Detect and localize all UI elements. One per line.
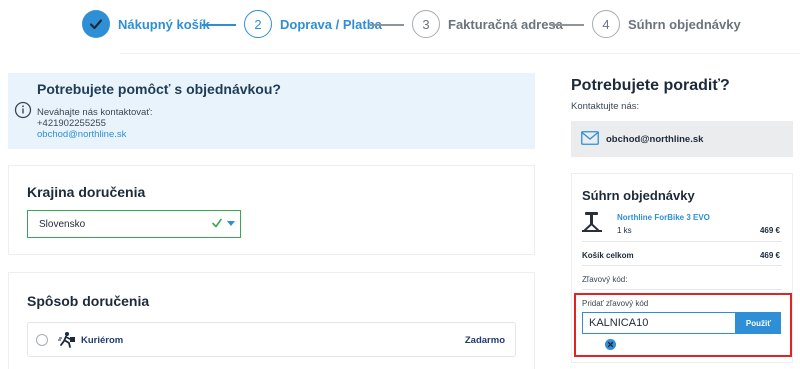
advise-title: Potrebujete poradiť? bbox=[571, 77, 730, 94]
step-shipping-circle: 2 bbox=[244, 10, 272, 38]
courier-icon bbox=[58, 332, 75, 348]
step-cart[interactable]: Nákupný košík bbox=[82, 10, 210, 38]
help-banner: Potrebujete pomôcť s objednávkou? Neváha… bbox=[8, 73, 535, 149]
step-summary-label: Súhrn objednávky bbox=[628, 16, 741, 32]
divider bbox=[582, 265, 782, 266]
step-cart-label: Nákupný košík bbox=[118, 16, 210, 32]
step-connector bbox=[370, 24, 404, 26]
step-cart-circle bbox=[82, 10, 110, 38]
cart-total-label: Košík celkom bbox=[582, 251, 634, 260]
mail-icon bbox=[581, 131, 599, 145]
shipping-option-name: Kuriérom bbox=[81, 335, 124, 346]
divider bbox=[120, 53, 800, 54]
product-price: 469 € bbox=[759, 226, 780, 235]
discount-code-label: Zľavový kód: bbox=[582, 275, 628, 284]
divider bbox=[582, 241, 782, 242]
product-name-link[interactable]: Northline ForBike 3 EVO bbox=[617, 213, 710, 222]
apply-discount-button[interactable]: Použiť bbox=[736, 312, 781, 334]
step-summary-circle: 4 bbox=[592, 10, 620, 38]
contact-email: obchod@northline.sk bbox=[606, 134, 704, 145]
step-shipping[interactable]: 2 Doprava / Platba bbox=[244, 10, 382, 38]
shipping-card: Spôsob doručenia Kuriérom Zadarmo bbox=[8, 272, 535, 369]
help-text: Neváhajte nás kontaktovať: bbox=[37, 107, 153, 118]
step-billing-label: Fakturačná adresa bbox=[448, 16, 563, 32]
cart-total-value: 469 € bbox=[759, 251, 780, 260]
step-shipping-label: Doprava / Platba bbox=[280, 16, 382, 32]
step-billing[interactable]: 3 Fakturačná adresa bbox=[412, 10, 563, 38]
country-card: Krajina doručenia Slovensko bbox=[8, 165, 535, 255]
product-thumbnail bbox=[582, 212, 602, 232]
shipping-option-courier[interactable]: Kuriérom Zadarmo bbox=[27, 322, 516, 357]
close-icon[interactable] bbox=[605, 339, 616, 350]
step-connector bbox=[550, 24, 584, 26]
product-quantity: 1 ks bbox=[617, 226, 632, 235]
step-connector bbox=[202, 24, 236, 26]
info-icon bbox=[14, 101, 32, 119]
shipping-title: Spôsob doručenia bbox=[27, 293, 150, 309]
shipping-option-price: Zadarmo bbox=[464, 335, 505, 346]
shipping-radio[interactable] bbox=[36, 334, 48, 346]
add-discount-label: Pridať zľavový kód bbox=[582, 299, 649, 308]
help-email-link[interactable]: obchod@northline.sk bbox=[37, 129, 126, 140]
help-title: Potrebujete pomôcť s objednávkou? bbox=[37, 81, 281, 97]
country-select-value: Slovensko bbox=[39, 219, 86, 230]
country-title: Krajina doručenia bbox=[27, 184, 146, 200]
summary-title: Súhrn objednávky bbox=[582, 188, 695, 203]
help-phone[interactable]: +421902255255 bbox=[37, 118, 106, 129]
checkmark-icon bbox=[89, 19, 103, 30]
contact-email-box[interactable]: obchod@northline.sk bbox=[571, 121, 793, 157]
divider bbox=[582, 289, 782, 290]
valid-check-icon bbox=[212, 218, 222, 228]
advise-subtitle: Kontaktujte nás: bbox=[571, 101, 640, 112]
step-billing-circle: 3 bbox=[412, 10, 440, 38]
step-summary[interactable]: 4 Súhrn objednávky bbox=[592, 10, 741, 38]
chevron-down-icon bbox=[227, 221, 235, 226]
discount-code-input[interactable] bbox=[582, 312, 736, 334]
checkout-stepper: Nákupný košík 2 Doprava / Platba 3 Faktu… bbox=[0, 0, 800, 52]
country-select[interactable]: Slovensko bbox=[27, 210, 241, 238]
